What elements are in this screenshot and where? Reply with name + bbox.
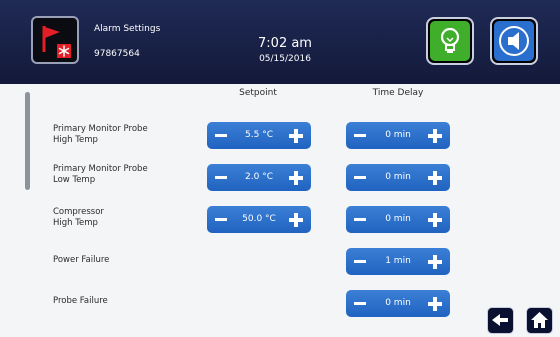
plus-icon[interactable] — [428, 129, 442, 143]
setpoint-value: 50.0 °C — [242, 214, 276, 224]
sound-button[interactable] — [490, 17, 538, 65]
label-primary-high-temp: Primary Monitor Probe High Temp — [53, 124, 148, 145]
clock-date: 05/15/2016 — [259, 54, 311, 64]
light-button[interactable] — [426, 17, 474, 65]
minus-icon[interactable] — [215, 218, 227, 221]
clock-time: 7:02 am — [258, 36, 312, 51]
label-probe-failure: Probe Failure — [53, 296, 108, 306]
minus-icon[interactable] — [354, 176, 366, 179]
minus-icon[interactable] — [215, 134, 227, 137]
speaker-icon — [494, 21, 534, 61]
delay-stepper: 0 min — [346, 290, 450, 317]
plus-icon[interactable] — [428, 255, 442, 269]
page-title: Alarm Settings — [94, 24, 161, 34]
scrollbar[interactable] — [25, 92, 30, 190]
minus-icon[interactable] — [354, 218, 366, 221]
delay-stepper: 0 min — [346, 122, 450, 149]
setpoint-value: 2.0 °C — [245, 172, 273, 182]
minus-icon[interactable] — [354, 134, 366, 137]
back-button[interactable] — [487, 307, 514, 334]
setpoint-stepper: 5.5 °C — [207, 122, 311, 149]
label-primary-low-temp: Primary Monitor Probe Low Temp — [53, 164, 148, 185]
plus-icon[interactable] — [428, 171, 442, 185]
minus-icon[interactable] — [354, 260, 366, 263]
lightbulb-icon — [430, 21, 470, 61]
plus-icon[interactable] — [428, 213, 442, 227]
delay-stepper: 0 min — [346, 206, 450, 233]
serial-number: 97867564 — [94, 49, 140, 59]
label-compressor-high-temp: Compressor High Temp — [53, 207, 104, 228]
setpoint-stepper: 50.0 °C — [207, 206, 311, 233]
delay-value: 0 min — [385, 298, 411, 308]
delay-stepper: 1 min — [346, 248, 450, 275]
minus-icon[interactable] — [354, 302, 366, 305]
column-header-delay: Time Delay — [372, 88, 424, 98]
setpoint-stepper: 2.0 °C — [207, 164, 311, 191]
plus-icon[interactable] — [289, 213, 303, 227]
header-bar: Alarm Settings 97867564 7:02 am 05/15/20… — [0, 0, 560, 84]
column-header-setpoint: Setpoint — [239, 88, 277, 98]
back-arrow-icon — [492, 314, 508, 326]
delay-stepper: 0 min — [346, 164, 450, 191]
plus-icon[interactable] — [289, 171, 303, 185]
home-icon — [531, 312, 548, 328]
home-button[interactable] — [526, 307, 553, 334]
setpoint-value: 5.5 °C — [245, 130, 273, 140]
delay-value: 0 min — [385, 172, 411, 182]
delay-value: 1 min — [385, 256, 411, 266]
delay-value: 0 min — [385, 214, 411, 224]
alarm-flag-icon[interactable] — [31, 16, 79, 64]
plus-icon[interactable] — [428, 297, 442, 311]
label-power-failure: Power Failure — [53, 255, 110, 265]
delay-value: 0 min — [385, 130, 411, 140]
plus-icon[interactable] — [289, 129, 303, 143]
minus-icon[interactable] — [215, 176, 227, 179]
